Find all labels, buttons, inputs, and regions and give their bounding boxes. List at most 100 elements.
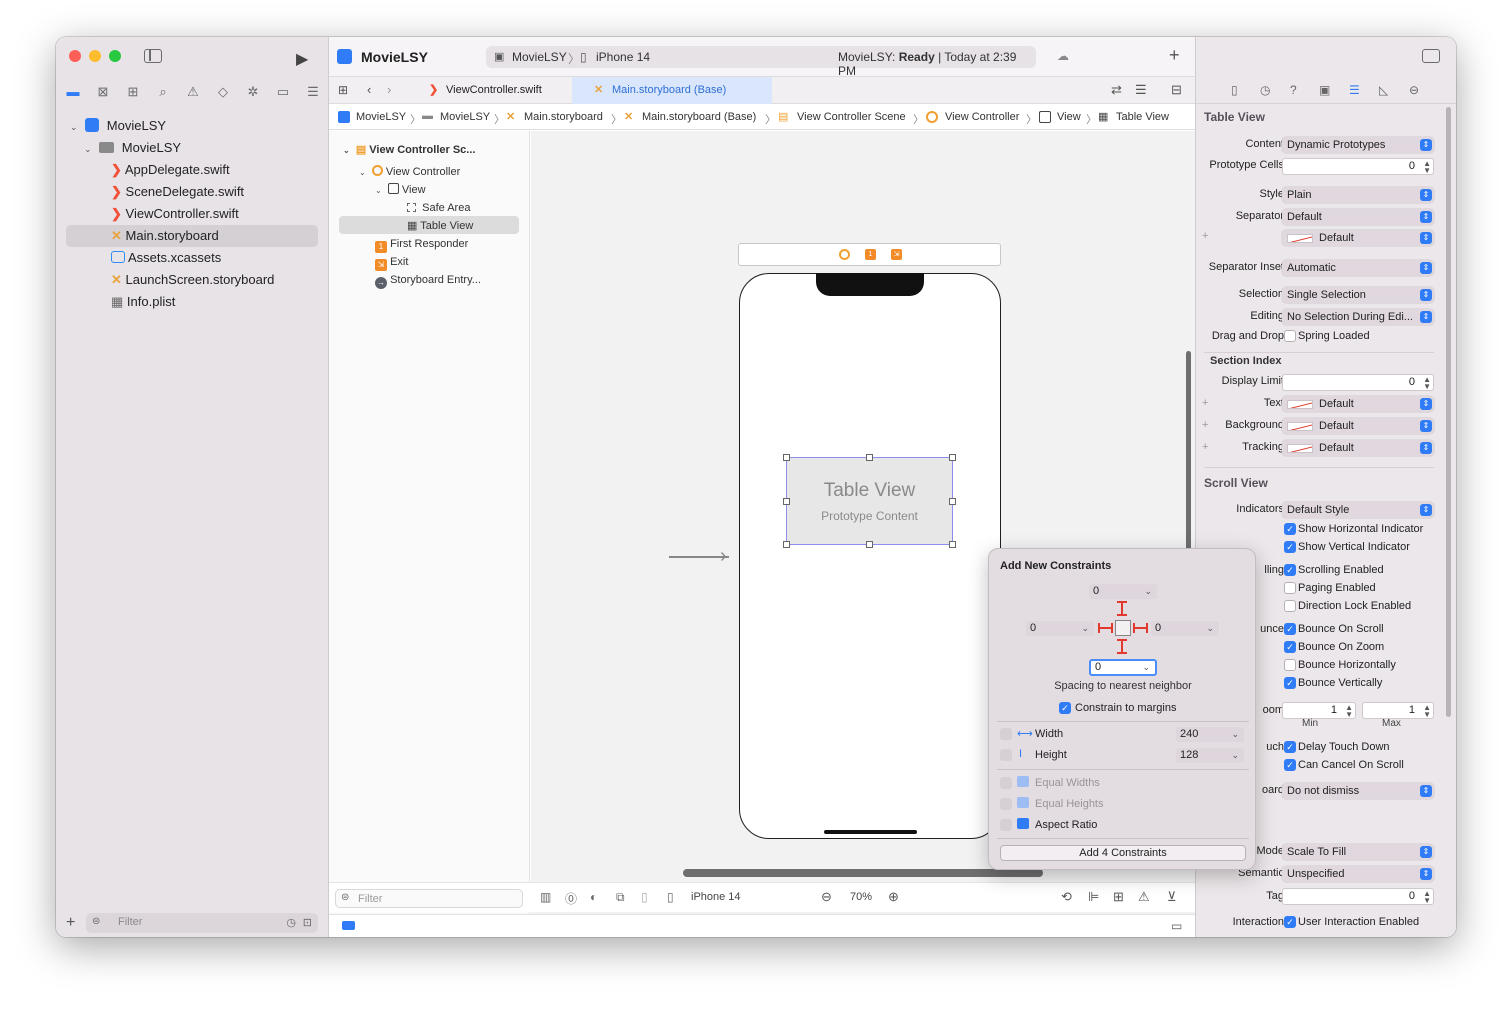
left-strut-icon[interactable] — [1098, 622, 1114, 634]
tree-row-file-selected[interactable]: ✕ Main.storyboard — [111, 226, 219, 246]
zoom-max-field[interactable]: 1 ▲ ▼ — [1362, 702, 1434, 719]
exit-icon[interactable]: ⇲ — [891, 249, 902, 260]
equal-heights-checkbox[interactable] — [1000, 798, 1012, 810]
keyboard-popup[interactable]: Do not dismiss ⇕ — [1282, 783, 1434, 799]
align-icon[interactable]: ⊫ — [1088, 889, 1099, 905]
close-window-button[interactable] — [69, 50, 81, 62]
show-horizontal-checkbox[interactable]: ✓ — [1284, 523, 1296, 535]
style-popup[interactable]: Plain ⇕ — [1282, 187, 1434, 203]
separator-inset-popup[interactable]: Automatic ⇕ — [1282, 260, 1434, 276]
resize-handle[interactable] — [783, 454, 790, 461]
scrolling-enabled-checkbox[interactable]: ✓ — [1284, 564, 1296, 576]
breadcrumb-item[interactable]: View Controller — [945, 111, 1019, 123]
outline-table-view[interactable]: ▦ Table View — [407, 217, 473, 235]
top-constraint-field[interactable]: 0 ⌄ — [1089, 584, 1157, 599]
breadcrumb-item[interactable]: Main.storyboard — [524, 111, 603, 123]
add-variation-icon[interactable]: + — [1202, 419, 1208, 431]
tree-row-project[interactable]: ⌄ MovieLSY — [70, 116, 166, 136]
scheme-selector[interactable]: MovieLSY — [512, 50, 567, 64]
debug-area-toggle-icon[interactable]: ▭ — [1171, 919, 1182, 933]
resolve-issues-icon[interactable]: ⚠ — [1138, 889, 1150, 905]
source-control-icon[interactable]: ⊠ — [95, 85, 111, 99]
height-value-field[interactable]: 128 ⌄ — [1176, 748, 1244, 763]
inspector-scrollbar[interactable] — [1446, 107, 1451, 717]
size-inspector-icon[interactable]: ◺ — [1379, 83, 1388, 97]
resize-handle[interactable] — [949, 541, 956, 548]
breadcrumb-item[interactable]: View — [1057, 111, 1081, 123]
attributes-inspector-icon[interactable]: ☰ — [1349, 83, 1360, 97]
add-constraints-button[interactable]: Add 4 Constraints — [1000, 845, 1246, 861]
stepper-icon[interactable]: ▲ ▼ — [1423, 704, 1431, 719]
bottom-strut-icon[interactable] — [1117, 639, 1129, 657]
paging-checkbox[interactable] — [1284, 582, 1296, 594]
separator-color-popup[interactable]: Default ⇕ — [1282, 230, 1434, 246]
tree-row-file[interactable]: ❯ SceneDelegate.swift — [111, 182, 244, 202]
index-text-color-popup[interactable]: Default ⇕ — [1282, 396, 1434, 412]
navigator-filter-field[interactable]: ⊜ Filter ◷ ⊡ — [86, 913, 318, 933]
table-view[interactable]: Table View Prototype Content — [783, 454, 956, 548]
right-constraint-field[interactable]: 0 ⌄ — [1151, 621, 1219, 636]
add-constraints-icon[interactable]: ⊞ — [1113, 889, 1124, 905]
breadcrumb-item[interactable]: Table View — [1116, 111, 1169, 123]
inspector-toggle-icon[interactable] — [1422, 49, 1440, 63]
identity-inspector-icon[interactable]: ▣ — [1319, 83, 1330, 97]
height-checkbox[interactable] — [1000, 749, 1012, 761]
embed-icon[interactable]: ⊻ — [1167, 889, 1177, 905]
split-editor-icon[interactable]: ⊟ — [1171, 82, 1182, 98]
outline-view-controller[interactable]: ⌄ View Controller — [359, 163, 460, 181]
accessibility-icon[interactable]: ⓪ — [565, 890, 577, 907]
zoom-level[interactable]: 70% — [850, 891, 872, 903]
back-icon[interactable]: ‹ — [367, 82, 371, 97]
outline-view[interactable]: ⌄ View — [375, 181, 426, 199]
outline-storyboard-entry[interactable]: → Storyboard Entry... — [375, 271, 481, 289]
history-inspector-icon[interactable]: ◷ — [1260, 83, 1270, 97]
width-checkbox[interactable] — [1000, 728, 1012, 740]
zoom-window-button[interactable] — [109, 50, 121, 62]
breadcrumb-item[interactable]: MovieLSY — [440, 111, 490, 123]
aspect-ratio-checkbox[interactable] — [1000, 819, 1012, 831]
content-mode-popup[interactable]: Scale To Fill ⇕ — [1282, 844, 1434, 860]
view-controller-icon[interactable] — [839, 249, 850, 260]
breadcrumb-item[interactable]: View Controller Scene — [797, 111, 906, 123]
breakpoint-icon[interactable]: ▭ — [275, 85, 291, 99]
constrain-margins-checkbox[interactable]: ✓ — [1059, 702, 1071, 714]
add-variation-icon[interactable]: + — [1202, 230, 1208, 242]
resize-handle[interactable] — [949, 498, 956, 505]
resize-handle[interactable] — [783, 498, 790, 505]
left-constraint-field[interactable]: 0 ⌄ — [1026, 621, 1094, 636]
resize-handle[interactable] — [866, 454, 873, 461]
tree-row-file[interactable]: ❯ AppDelegate.swift — [111, 160, 230, 180]
zoom-min-field[interactable]: 1 ▲ ▼ — [1282, 702, 1356, 719]
index-tracking-popup[interactable]: Default ⇕ — [1282, 440, 1434, 456]
folder-icon[interactable]: ▬ — [65, 85, 81, 99]
zoom-out-icon[interactable]: ⊖ — [821, 889, 832, 905]
add-icon[interactable]: + — [66, 915, 75, 931]
entry-arrow-icon[interactable]: › — [720, 543, 727, 569]
orientation-icon[interactable]: ⧉ — [616, 890, 625, 905]
stepper-icon[interactable]: ▲ ▼ — [1345, 704, 1353, 719]
semantic-popup[interactable]: Unspecified ⇕ — [1282, 866, 1434, 882]
tab-viewcontroller[interactable]: ❯ ViewController.swift — [419, 77, 569, 104]
separator-popup[interactable]: Default ⇕ — [1282, 209, 1434, 225]
add-variation-icon[interactable]: + — [1202, 397, 1208, 409]
related-items-icon[interactable]: ⇄ — [1111, 82, 1122, 98]
bounce-horizontal-checkbox[interactable] — [1284, 659, 1296, 671]
width-value-field[interactable]: 240 ⌄ — [1176, 727, 1244, 742]
recent-icon[interactable]: ◷ — [286, 916, 296, 929]
outline-filter-field[interactable]: ⊜ Filter — [335, 889, 523, 908]
stepper-icon[interactable]: ▲ ▼ — [1423, 160, 1431, 175]
tree-row-group[interactable]: ⌄ MovieLSY — [84, 138, 181, 158]
device-config-label[interactable]: iPhone 14 — [691, 891, 741, 903]
report-icon[interactable]: ☰ — [305, 85, 321, 99]
zoom-in-icon[interactable]: ⊕ — [888, 889, 899, 905]
sidebar-toggle-icon[interactable] — [144, 49, 162, 63]
debug-icon[interactable]: ✲ — [245, 85, 261, 99]
tree-row-file[interactable]: ❯ ViewController.swift — [111, 204, 239, 224]
spring-loaded-checkbox[interactable] — [1284, 330, 1296, 342]
cancel-scroll-checkbox[interactable]: ✓ — [1284, 759, 1296, 771]
tree-row-file[interactable]: ✕ LaunchScreen.storyboard — [111, 270, 274, 290]
first-responder-icon[interactable]: 1 — [865, 249, 876, 260]
connections-inspector-icon[interactable]: ⊖ — [1409, 83, 1419, 97]
bounce-vertical-checkbox[interactable]: ✓ — [1284, 677, 1296, 689]
prototype-cells-field[interactable]: 0 ▲ ▼ — [1282, 158, 1434, 175]
